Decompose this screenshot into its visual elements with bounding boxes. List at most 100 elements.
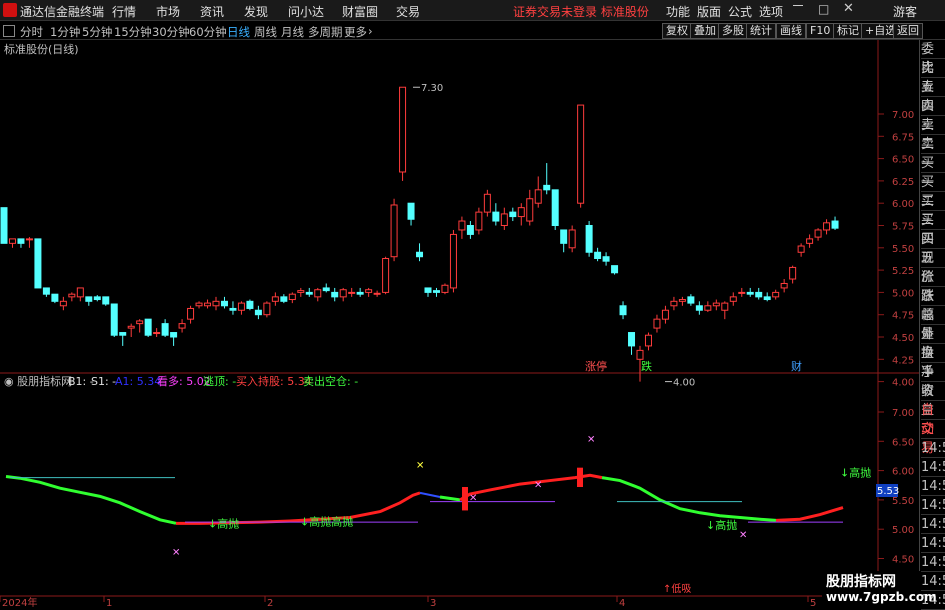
candle-body[interactable] bbox=[806, 238, 814, 244]
sidebar-item[interactable]: 卖二 bbox=[921, 116, 945, 152]
candle-body[interactable] bbox=[594, 251, 602, 260]
candle-body[interactable] bbox=[432, 290, 440, 293]
sidebar-item[interactable]: 14:56 bbox=[921, 458, 945, 477]
candle-body[interactable] bbox=[271, 296, 279, 302]
period-daily[interactable]: 日线 bbox=[227, 24, 250, 40]
maximize-icon[interactable]: □ bbox=[818, 2, 829, 16]
period-more[interactable]: 更多 bbox=[344, 24, 367, 40]
period-weekly[interactable]: 周线 bbox=[254, 24, 277, 40]
event-marker[interactable]: 跌 bbox=[641, 359, 652, 373]
sidebar-item[interactable]: 现价 bbox=[921, 249, 945, 285]
toolbar-overlay[interactable]: 叠加 bbox=[690, 23, 720, 39]
menu-item-news[interactable]: 资讯 bbox=[200, 3, 224, 20]
candle-body[interactable] bbox=[280, 296, 288, 302]
event-marker[interactable]: 财 bbox=[791, 359, 802, 373]
sidebar-item[interactable]: 涨跌 bbox=[921, 268, 945, 304]
cross-marker-icon[interactable]: ✕ bbox=[469, 493, 477, 504]
menu-item-trade[interactable]: 交易 bbox=[396, 3, 420, 20]
candle-body[interactable] bbox=[356, 291, 364, 295]
candle-body[interactable] bbox=[416, 251, 424, 258]
toolbar-draw[interactable]: 画线 bbox=[776, 23, 806, 39]
menu-item-layout[interactable]: 版面 bbox=[697, 3, 721, 20]
toolbar-fuquan[interactable]: 复权 bbox=[662, 23, 692, 39]
candlesticks[interactable] bbox=[0, 86, 839, 382]
candle-body[interactable] bbox=[34, 238, 42, 289]
signal-bar[interactable] bbox=[577, 467, 583, 488]
period-multi[interactable]: 多周期 bbox=[308, 24, 343, 40]
candle-body[interactable] bbox=[288, 293, 296, 301]
menu-item-function[interactable]: 功能 bbox=[666, 3, 690, 20]
period-timeline[interactable]: 分时 bbox=[20, 24, 43, 40]
candle-body[interactable] bbox=[534, 189, 542, 204]
candle-body[interactable] bbox=[424, 287, 432, 293]
candle-body[interactable] bbox=[144, 318, 152, 336]
candle-body[interactable] bbox=[220, 300, 228, 307]
candle-body[interactable] bbox=[789, 266, 797, 280]
menu-item-options[interactable]: 选项 bbox=[759, 3, 783, 20]
cross-marker-icon[interactable]: ✕ bbox=[172, 547, 180, 558]
candle-body[interactable] bbox=[399, 86, 407, 173]
candle-body[interactable] bbox=[551, 189, 559, 227]
candle-body[interactable] bbox=[509, 211, 517, 218]
candle-body[interactable] bbox=[25, 238, 33, 241]
candle-body[interactable] bbox=[0, 207, 8, 244]
candle-body[interactable] bbox=[110, 303, 118, 336]
candle-body[interactable] bbox=[678, 299, 686, 302]
candle-body[interactable] bbox=[178, 323, 186, 329]
candle-body[interactable] bbox=[212, 300, 220, 307]
candle-body[interactable] bbox=[339, 289, 347, 298]
menu-item-discover[interactable]: 发现 bbox=[244, 3, 268, 20]
candle-body[interactable] bbox=[305, 291, 313, 295]
candle-body[interactable] bbox=[229, 307, 237, 311]
candle-body[interactable] bbox=[449, 233, 457, 289]
login-warning[interactable]: 证券交易未登录 标准股份 bbox=[513, 3, 649, 20]
candle-body[interactable] bbox=[729, 296, 737, 302]
sidebar-item[interactable]: 买三 bbox=[921, 192, 945, 228]
sidebar-item[interactable]: 净资 bbox=[921, 363, 945, 399]
candle-body[interactable] bbox=[763, 296, 771, 301]
candle-body[interactable] bbox=[568, 229, 576, 249]
sidebar-item[interactable]: 卖一 bbox=[921, 135, 945, 171]
candle-body[interactable] bbox=[297, 290, 305, 293]
candle-body[interactable] bbox=[517, 207, 525, 218]
candle-body[interactable] bbox=[382, 258, 390, 293]
candle-body[interactable] bbox=[560, 229, 568, 244]
indicator-line[interactable] bbox=[601, 476, 777, 522]
menu-item-ask[interactable]: 问小达 bbox=[288, 3, 324, 20]
sidebar-item[interactable]: 卖三 bbox=[921, 97, 945, 133]
sidebar-item[interactable]: 14:56 bbox=[921, 572, 945, 591]
candle-body[interactable] bbox=[543, 184, 551, 191]
candle-body[interactable] bbox=[780, 282, 788, 289]
candle-body[interactable] bbox=[483, 193, 491, 213]
menu-item-wealth[interactable]: 财富圈 bbox=[342, 3, 378, 20]
sidebar-item[interactable]: 交易 bbox=[921, 420, 945, 456]
candle-body[interactable] bbox=[8, 238, 16, 244]
candle-body[interactable] bbox=[687, 296, 695, 304]
layout-toggle-icon[interactable] bbox=[3, 25, 15, 37]
sidebar-item[interactable]: 14:56 bbox=[921, 496, 945, 515]
chevron-right-icon[interactable]: › bbox=[368, 24, 373, 38]
indicator-line[interactable] bbox=[439, 495, 461, 502]
cross-marker-icon[interactable]: ✕ bbox=[534, 480, 542, 491]
candle-body[interactable] bbox=[204, 302, 212, 307]
candle-body[interactable] bbox=[492, 211, 500, 222]
candle-body[interactable] bbox=[68, 293, 76, 298]
candle-body[interactable] bbox=[466, 225, 474, 235]
candle-body[interactable] bbox=[59, 300, 67, 307]
indicator-line[interactable] bbox=[419, 491, 441, 498]
candle-body[interactable] bbox=[712, 302, 720, 307]
candle-body[interactable] bbox=[136, 320, 144, 325]
candle-body[interactable] bbox=[721, 302, 729, 311]
candle-body[interactable] bbox=[127, 325, 135, 329]
candle-body[interactable] bbox=[441, 284, 449, 293]
candle-body[interactable] bbox=[661, 309, 669, 320]
sidebar-item[interactable]: 买四 bbox=[921, 211, 945, 247]
candle-body[interactable] bbox=[704, 305, 712, 311]
candle-body[interactable] bbox=[76, 287, 84, 298]
candle-body[interactable] bbox=[42, 287, 50, 295]
sidebar-item[interactable]: 14:56 bbox=[921, 477, 945, 496]
signal-bar[interactable] bbox=[462, 487, 468, 511]
sidebar-item[interactable]: 卖四 bbox=[921, 78, 945, 114]
candle-body[interactable] bbox=[51, 293, 59, 302]
candle-body[interactable] bbox=[772, 291, 780, 298]
